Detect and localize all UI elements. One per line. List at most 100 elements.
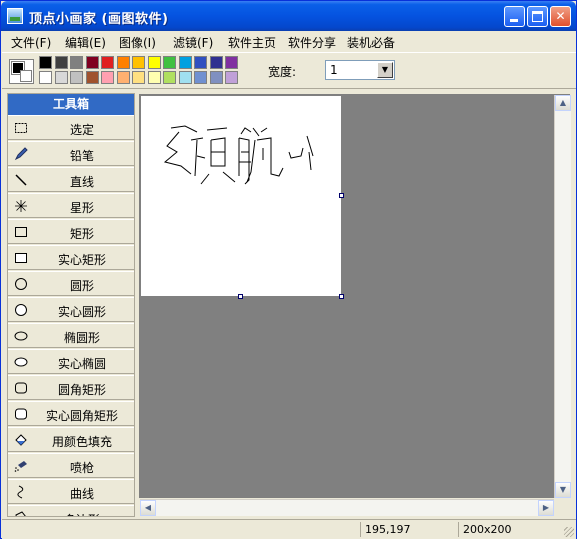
color-swatch[interactable] — [85, 71, 99, 84]
current-colors[interactable] — [9, 59, 34, 84]
maximize-icon — [532, 11, 543, 22]
color-swatch[interactable] — [147, 56, 161, 69]
color-swatch[interactable] — [116, 71, 130, 84]
canvas-drawing — [163, 125, 314, 185]
color-swatch[interactable] — [85, 56, 99, 69]
status-coordinates: 195,197 — [360, 522, 458, 537]
tool-label: 多边形 — [30, 511, 134, 516]
minimize-button[interactable] — [504, 6, 525, 27]
color-swatch[interactable] — [101, 71, 114, 84]
color-swatch[interactable] — [132, 71, 145, 84]
tool-label: 实心圆形 — [57, 305, 106, 319]
tool-label: 矩形 — [69, 227, 94, 241]
tool-filled-rectangle[interactable]: 实心矩形 — [8, 245, 134, 270]
tool-label: 实心矩形 — [57, 253, 106, 267]
maximize-button[interactable] — [527, 6, 548, 27]
pencil-icon — [14, 147, 28, 161]
color-swatch[interactable] — [225, 71, 238, 84]
chevron-down-icon[interactable]: ▼ — [377, 62, 393, 78]
scroll-up-icon[interactable]: ▲ — [555, 95, 571, 111]
close-icon: ✕ — [555, 9, 566, 23]
tool-label: 圆角矩形 — [57, 383, 106, 397]
tool-airbrush[interactable]: 喷枪 — [8, 453, 134, 478]
rectangle-icon — [14, 225, 28, 239]
color-swatch[interactable] — [39, 56, 52, 69]
menu-image[interactable]: 图像(I) — [119, 34, 156, 51]
color-swatch[interactable] — [163, 56, 176, 69]
scroll-left-icon[interactable]: ◀ — [140, 500, 156, 516]
color-swatch[interactable] — [116, 56, 130, 69]
filled-rounded-rectangle-icon — [14, 407, 28, 421]
tool-polygon[interactable]: 多边形 — [8, 505, 134, 516]
menu-homepage[interactable]: 软件主页 — [228, 34, 276, 51]
close-button[interactable]: ✕ — [550, 6, 571, 27]
color-swatch[interactable] — [70, 56, 83, 69]
tool-rounded-rectangle[interactable]: 圆角矩形 — [8, 375, 134, 400]
resize-handle-bottom[interactable] — [238, 294, 243, 299]
airbrush-icon — [14, 459, 28, 473]
color-swatch[interactable] — [163, 71, 176, 84]
tool-line[interactable]: 直线 — [8, 167, 134, 192]
tool-label: 曲线 — [69, 487, 94, 501]
menu-edit[interactable]: 编辑(E) — [65, 34, 106, 51]
tool-label: 星形 — [69, 201, 94, 215]
scroll-down-icon[interactable]: ▼ — [555, 482, 571, 498]
star-icon — [14, 199, 28, 213]
color-swatch[interactable] — [54, 71, 68, 84]
tool-label: 铅笔 — [69, 149, 94, 163]
background-color[interactable] — [20, 70, 32, 82]
color-swatch[interactable] — [194, 56, 207, 69]
width-select[interactable]: 1 ▼ — [325, 60, 395, 80]
tool-label: 用颜色填充 — [51, 435, 112, 449]
color-swatch[interactable] — [209, 56, 223, 69]
tool-filled-ellipse[interactable]: 实心椭圆 — [8, 349, 134, 374]
scroll-right-icon[interactable]: ▶ — [538, 500, 554, 516]
tool-filled-rounded-rectangle[interactable]: 实心圆角矩形 — [8, 401, 134, 426]
color-swatch[interactable] — [178, 71, 192, 84]
tool-rectangle[interactable]: 矩形 — [8, 219, 134, 244]
color-swatch[interactable] — [178, 56, 192, 69]
color-swatch[interactable] — [132, 56, 145, 69]
resize-handle-corner[interactable] — [339, 294, 344, 299]
tool-ellipse[interactable]: 椭圆形 — [8, 323, 134, 348]
circle-icon — [14, 277, 28, 291]
tool-label: 圆形 — [69, 279, 94, 293]
minimize-icon — [510, 19, 518, 22]
curve-icon — [14, 485, 28, 499]
line-icon — [14, 173, 28, 187]
canvas-workarea[interactable] — [139, 94, 570, 498]
tool-label: 椭圆形 — [63, 331, 100, 345]
filled-ellipse-icon — [14, 355, 28, 369]
tool-paint-bucket[interactable]: 用颜色填充 — [8, 427, 134, 452]
vertical-scrollbar[interactable]: ▲ ▼ — [554, 95, 571, 498]
width-label: 宽度: — [268, 65, 297, 79]
select-rect-icon — [14, 121, 28, 135]
title-bar[interactable]: 顶点小画家 (画图软件) ✕ — [1, 1, 576, 31]
horizontal-scrollbar[interactable]: ◀ ▶ — [140, 499, 554, 516]
tool-filled-circle[interactable]: 实心圆形 — [8, 297, 134, 322]
tool-pencil[interactable]: 铅笔 — [8, 141, 134, 166]
color-swatch[interactable] — [101, 56, 114, 69]
color-swatch[interactable] — [194, 71, 207, 84]
tool-curve[interactable]: 曲线 — [8, 479, 134, 504]
menu-file[interactable]: 文件(F) — [11, 34, 51, 51]
tool-label: 直线 — [69, 175, 94, 189]
color-swatch[interactable] — [209, 71, 223, 84]
resize-handle-right[interactable] — [339, 193, 344, 198]
menu-essentials[interactable]: 装机必备 — [347, 34, 395, 51]
menu-filter[interactable]: 滤镜(F) — [173, 34, 213, 51]
polygon-icon — [14, 511, 28, 516]
color-swatch[interactable] — [39, 71, 52, 84]
drawing-canvas[interactable] — [141, 96, 341, 296]
color-swatch[interactable] — [147, 71, 161, 84]
menu-share[interactable]: 软件分享 — [288, 34, 336, 51]
color-swatch[interactable] — [70, 71, 83, 84]
tool-star[interactable]: 星形 — [8, 193, 134, 218]
tool-circle[interactable]: 圆形 — [8, 271, 134, 296]
resize-grip-icon[interactable] — [564, 527, 574, 537]
color-swatch[interactable] — [54, 56, 68, 69]
width-value: 1 — [330, 63, 338, 77]
filled-rectangle-icon — [14, 251, 28, 265]
color-swatch[interactable] — [225, 56, 238, 69]
tool-select-rect[interactable]: 选定 — [8, 115, 134, 140]
